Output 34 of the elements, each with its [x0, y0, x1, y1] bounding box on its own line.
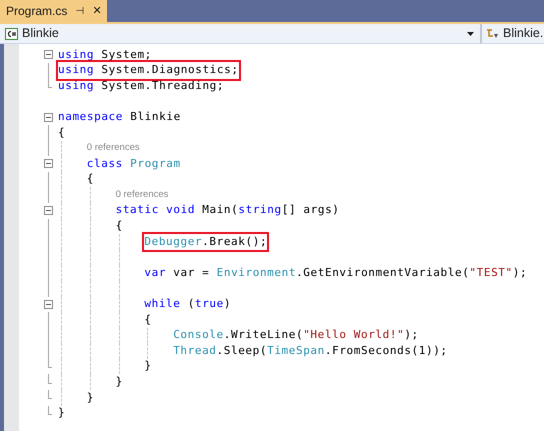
caret-icon — [467, 32, 474, 36]
code-line: class Program — [86, 156, 181, 172]
collapse-icon[interactable] — [44, 300, 53, 309]
code-line: } — [58, 405, 66, 422]
code-line: { — [144, 312, 152, 328]
code-line: { — [116, 218, 123, 234]
code-line: } — [86, 390, 94, 406]
collapse-icon[interactable] — [44, 50, 53, 60]
pin-icon[interactable]: ⊣ — [75, 4, 84, 18]
member-dropdown[interactable]: Blinkie. — [482, 24, 544, 43]
code-line: { — [86, 171, 94, 188]
code-line: Debugger.Break(); — [144, 234, 268, 250]
code-line: Console.WriteLine("Hello World!"); — [173, 327, 419, 344]
code-line: Thread.Sleep(TimeSpan.FromSeconds(1)); — [173, 342, 448, 359]
code-line: } — [144, 358, 152, 374]
code-line: using System.Threading; — [58, 78, 224, 94]
collapse-icon[interactable] — [44, 159, 53, 168]
tab-title: Program.cs — [6, 3, 68, 20]
collapse-icon[interactable] — [44, 112, 53, 122]
hierarchy-icon — [486, 28, 500, 40]
code-line: { — [58, 124, 66, 141]
code-line: static void Main(string[] args) — [116, 202, 340, 218]
csharp-icon — [5, 28, 18, 40]
code-line: using System; — [58, 46, 152, 63]
file-tab[interactable]: Program.cs ⊣ ✕ — [0, 0, 108, 22]
code-line: using System.Diagnostics; — [58, 62, 239, 79]
type-name: Blinkie — [22, 25, 60, 42]
collapse-icon[interactable] — [44, 206, 53, 216]
code-line: } — [116, 374, 123, 390]
code-line: namespace Blinkie — [58, 108, 181, 125]
member-name: Blinkie. — [503, 25, 544, 42]
code-line: var var = Environment.GetEnvironmentVariable("TEST"); — [144, 264, 528, 281]
close-icon[interactable]: ✕ — [92, 2, 102, 20]
code-line: while (true) — [144, 296, 232, 312]
